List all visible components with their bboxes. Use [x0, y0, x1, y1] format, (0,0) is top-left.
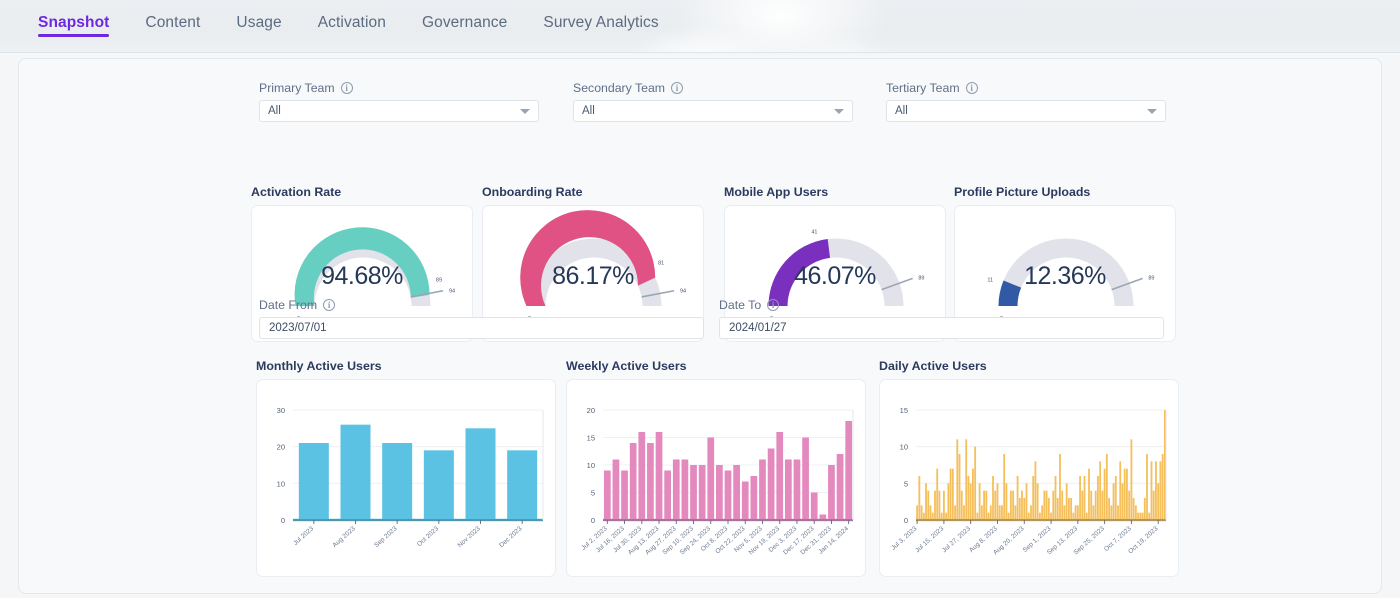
- gauge-value: 46.07%: [725, 262, 945, 291]
- tab-label: Governance: [422, 14, 507, 31]
- info-icon[interactable]: i: [767, 299, 779, 311]
- tertiary-team-select[interactable]: All: [886, 100, 1166, 122]
- gauge-value: 86.17%: [483, 262, 703, 291]
- gauge-value: 12.36%: [955, 262, 1175, 291]
- tab-survey-analytics[interactable]: Survey Analytics: [525, 0, 676, 32]
- date-to-label: Date To: [719, 298, 761, 312]
- tab-usage[interactable]: Usage: [218, 0, 299, 32]
- bar-chart-svg: 051015Jul 3, 2023Jul 15, 2023Jul 27, 202…: [880, 380, 1179, 577]
- date-from-label: Date From: [259, 298, 317, 312]
- tab-label: Usage: [236, 14, 281, 31]
- filter-label: Tertiary Team i: [886, 81, 1166, 95]
- tab-content[interactable]: Content: [127, 0, 218, 32]
- svg-text:20: 20: [277, 443, 285, 452]
- tertiary-team-label: Tertiary Team: [886, 81, 960, 95]
- dashboard-panel: Primary Team i All Secondary Team i All …: [18, 58, 1382, 594]
- chart-card[interactable]: 0 10 20 30 Jul 2023 Aug 2023 Sep 2023 Oct 2023 N…: [256, 379, 556, 577]
- svg-text:15: 15: [587, 434, 595, 443]
- chart-card[interactable]: 051015Jul 3, 2023Jul 15, 2023Jul 27, 202…: [879, 379, 1179, 577]
- svg-text:Aug 2023: Aug 2023: [331, 525, 357, 549]
- filter-secondary-team: Secondary Team i All: [573, 81, 853, 122]
- tab-label: Content: [145, 14, 200, 31]
- svg-text:Dec 2023: Dec 2023: [498, 525, 524, 549]
- chart-title: Monthly Active Users: [256, 359, 556, 373]
- chart-title: Weekly Active Users: [566, 359, 866, 373]
- date-to-field: Date To i 2024/01/27: [719, 298, 1164, 339]
- tab-label: Survey Analytics: [543, 14, 658, 31]
- svg-text:Sep 2023: Sep 2023: [373, 525, 399, 549]
- select-value: All: [582, 105, 595, 117]
- date-to-input[interactable]: 2024/01/27: [719, 317, 1164, 339]
- secondary-team-select[interactable]: All: [573, 100, 853, 122]
- chart-monthly-active-users: Monthly Active Users 0 10 20 30 Jul 2023 Aug …: [256, 359, 556, 577]
- tab-snapshot[interactable]: Snapshot: [20, 0, 127, 32]
- top-header-bar: Snapshot Content Usage Activation Govern…: [0, 0, 1400, 52]
- date-to-label-row: Date To i: [719, 298, 1164, 312]
- filter-tertiary-team: Tertiary Team i All: [886, 81, 1166, 122]
- team-filter-row: Primary Team i All Secondary Team i All …: [241, 81, 1171, 141]
- tab-label: Snapshot: [38, 14, 109, 31]
- filter-label: Primary Team i: [259, 81, 539, 95]
- svg-text:Jul 27, 2023: Jul 27, 2023: [941, 525, 972, 554]
- chevron-down-icon: [1147, 109, 1157, 114]
- svg-text:0: 0: [904, 516, 908, 525]
- primary-team-label: Primary Team: [259, 81, 335, 95]
- filter-label: Secondary Team i: [573, 81, 853, 95]
- svg-text:Oct 2023: Oct 2023: [416, 525, 441, 548]
- gauge-title: Onboarding Rate: [482, 185, 704, 199]
- bar-chart-row: Monthly Active Users 0 10 20 30 Jul 2023 Aug …: [241, 359, 1191, 589]
- date-from-label-row: Date From i: [259, 298, 704, 312]
- svg-text:41: 41: [811, 230, 817, 236]
- date-to-value: 2024/01/27: [729, 322, 787, 334]
- date-filter-row: Date From i 2023/07/01 Date To i 2024/01…: [241, 298, 1181, 348]
- svg-text:10: 10: [277, 479, 285, 488]
- gauge-title: Profile Picture Uploads: [954, 185, 1176, 199]
- svg-text:30: 30: [277, 406, 285, 415]
- chart-weekly-active-users: Weekly Active Users 05101520Jul 2, 2023J…: [566, 359, 866, 577]
- svg-text:0: 0: [281, 516, 285, 525]
- gauge-title: Activation Rate: [251, 185, 473, 199]
- info-icon[interactable]: i: [966, 82, 978, 94]
- chart-card[interactable]: 05101520Jul 2, 2023Jul 16, 2023Jul 30, 2…: [566, 379, 866, 577]
- bar-chart-svg: 0 10 20 30 Jul 2023 Aug 2023 Sep 2023 Oct 2023 N…: [257, 380, 556, 577]
- main-tab-bar: Snapshot Content Usage Activation Govern…: [0, 0, 1400, 52]
- svg-text:10: 10: [900, 443, 908, 452]
- chart-daily-active-users: Daily Active Users 051015Jul 3, 2023Jul …: [879, 359, 1179, 577]
- filter-primary-team: Primary Team i All: [259, 81, 539, 122]
- svg-text:20: 20: [587, 406, 595, 415]
- date-from-input[interactable]: 2023/07/01: [259, 317, 704, 339]
- date-from-field: Date From i 2023/07/01: [259, 298, 704, 339]
- svg-text:5: 5: [591, 489, 595, 498]
- info-icon[interactable]: i: [341, 82, 353, 94]
- bar-chart-svg: 05101520Jul 2, 2023Jul 16, 2023Jul 30, 2…: [567, 380, 866, 577]
- tab-label: Activation: [318, 14, 386, 31]
- gauge-title: Mobile App Users: [724, 185, 946, 199]
- svg-text:0: 0: [591, 516, 595, 525]
- date-from-value: 2023/07/01: [269, 322, 327, 334]
- chart-title: Daily Active Users: [879, 359, 1179, 373]
- svg-text:Jul 2023: Jul 2023: [292, 525, 315, 547]
- svg-text:10: 10: [587, 461, 595, 470]
- tab-governance[interactable]: Governance: [404, 0, 525, 32]
- chevron-down-icon: [834, 109, 844, 114]
- svg-text:15: 15: [900, 406, 908, 415]
- info-icon[interactable]: i: [671, 82, 683, 94]
- secondary-team-label: Secondary Team: [573, 81, 665, 95]
- header-divider: [0, 52, 1400, 53]
- primary-team-select[interactable]: All: [259, 100, 539, 122]
- svg-text:Oct 19, 2023: Oct 19, 2023: [1127, 525, 1160, 555]
- chevron-down-icon: [520, 109, 530, 114]
- info-icon[interactable]: i: [323, 299, 335, 311]
- svg-text:5: 5: [904, 479, 908, 488]
- svg-text:Nov 2023: Nov 2023: [456, 525, 482, 549]
- select-value: All: [895, 105, 908, 117]
- select-value: All: [268, 105, 281, 117]
- gauge-value: 94.68%: [252, 262, 472, 291]
- tab-activation[interactable]: Activation: [300, 0, 404, 32]
